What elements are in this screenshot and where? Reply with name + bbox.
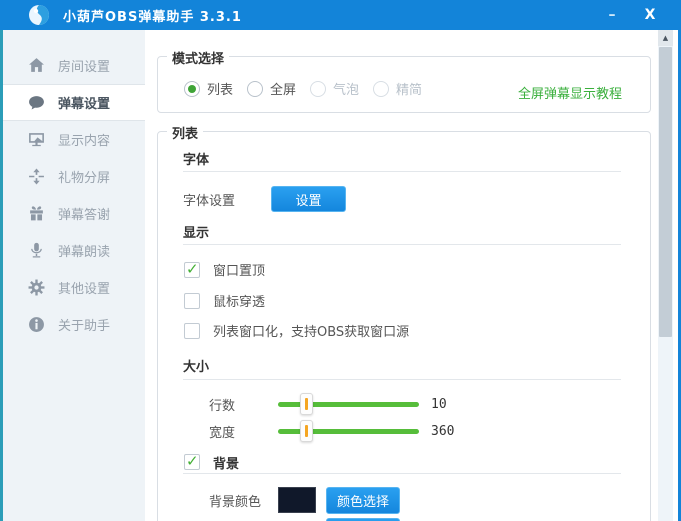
sidebar-item-label: 弹幕朗读 [58, 245, 111, 260]
mode-selection-legend: 模式选择 [167, 48, 230, 67]
sidebar-item-danmaku-settings[interactable]: 弹幕设置 [3, 84, 145, 121]
row-count-slider-handle[interactable] [300, 393, 313, 415]
monitor-icon [28, 131, 45, 148]
list-settings-legend: 列表 [167, 123, 204, 142]
window-title: 小葫芦OBS弹幕助手 3.3.1 [63, 9, 242, 25]
mode-radio-simplified[interactable]: 精简 [373, 79, 422, 98]
gear-icon [28, 279, 45, 296]
app-logo-icon [28, 4, 50, 26]
close-button[interactable]: X [631, 0, 669, 30]
width-slider-row: 宽度 360 [158, 419, 650, 443]
divider [183, 171, 621, 172]
row-count-slider-row: 行数 10 [158, 392, 650, 416]
split-screen-icon [28, 168, 45, 185]
color-picker-button[interactable]: 颜色选择 [326, 486, 400, 514]
mode-radio-row: 列表 全屏 气泡 精简 [184, 79, 436, 98]
font-settings-button[interactable]: 设置 [271, 186, 347, 212]
divider [183, 379, 621, 380]
mode-radio-list[interactable]: 列表 [184, 79, 233, 98]
checkbox-icon [184, 452, 200, 470]
mode-selection-group: 模式选择 列表 全屏 气泡 精简 全屏弹幕显示教程 [157, 48, 651, 113]
sidebar-item-label: 其他设置 [58, 282, 111, 297]
sidebar-item-about[interactable]: 关于助手 [3, 306, 145, 343]
vertical-scrollbar[interactable]: ▲ [658, 30, 673, 521]
scrollbar-thumb[interactable] [659, 47, 672, 337]
sidebar-item-danmaku-thanks[interactable]: 弹幕答谢 [3, 195, 145, 232]
sidebar-item-label: 显示内容 [58, 134, 111, 149]
checkbox-icon [184, 322, 200, 339]
font-section-header: 字体 [183, 153, 210, 168]
sidebar-item-danmaku-reading[interactable]: 弹幕朗读 [3, 232, 145, 269]
checkbox-mouse-passthrough[interactable]: 鼠标穿透 [184, 291, 676, 310]
sidebar-item-label: 房间设置 [58, 60, 111, 75]
divider [183, 244, 621, 245]
radio-icon [310, 80, 327, 97]
sidebar-item-room-settings[interactable]: 房间设置 [3, 47, 145, 84]
gift-icon [28, 205, 45, 222]
speech-bubble-icon [28, 94, 45, 111]
radio-icon [373, 80, 390, 97]
sidebar-item-label: 弹幕答谢 [58, 208, 111, 223]
row-count-label: 行数 [209, 398, 236, 414]
fullscreen-tutorial-link[interactable]: 全屏弹幕显示教程 [518, 83, 622, 102]
background-color-swatch[interactable] [278, 487, 316, 513]
sidebar-item-gift-split-screen[interactable]: 礼物分屏 [3, 158, 145, 195]
sidebar-item-label: 关于助手 [58, 319, 111, 334]
titlebar: 小葫芦OBS弹幕助手 3.3.1 – X [0, 0, 681, 30]
sidebar-item-other-settings[interactable]: 其他设置 [3, 269, 145, 306]
radio-icon [247, 80, 264, 97]
width-label: 宽度 [209, 425, 236, 441]
background-color-row: 背景颜色 颜色选择 [158, 486, 650, 514]
list-settings-group: 列表 字体 字体设置 设置 显示 窗口置顶 鼠标穿透 列表窗口化，支持OBS获取… [157, 123, 651, 521]
mode-radio-fullscreen[interactable]: 全屏 [247, 79, 296, 98]
font-settings-label: 字体设置 [183, 193, 236, 209]
home-icon [28, 57, 45, 74]
width-value: 360 [431, 423, 455, 439]
display-section-header: 显示 [183, 226, 210, 241]
background-color-label: 背景颜色 [209, 494, 262, 510]
checkbox-icon [184, 260, 200, 278]
minimize-button[interactable]: – [593, 0, 631, 30]
font-settings-row: 字体设置 设置 [183, 186, 675, 212]
checkbox-icon [184, 292, 200, 309]
checkbox-list-windowed[interactable]: 列表窗口化，支持OBS获取窗口源 [184, 321, 676, 340]
width-slider-handle[interactable] [300, 420, 313, 442]
sidebar-item-label: 礼物分屏 [58, 171, 111, 186]
size-section-header: 大小 [183, 360, 210, 375]
mode-radio-bubble[interactable]: 气泡 [310, 79, 359, 98]
checkbox-background[interactable]: 背景 [184, 452, 676, 472]
microphone-icon [28, 242, 45, 259]
scrollbar-up-arrow-icon[interactable]: ▲ [658, 30, 673, 46]
sidebar-item-display-content[interactable]: 显示内容 [3, 121, 145, 158]
row-count-value: 10 [431, 396, 447, 412]
sidebar-item-label: 弹幕设置 [58, 97, 111, 112]
info-icon [28, 316, 45, 333]
divider [183, 473, 621, 474]
sidebar: 房间设置 弹幕设置 显示内容 礼物分屏 弹幕答谢 弹幕朗读 其他设置 关于助手 [3, 30, 145, 521]
checkbox-window-on-top[interactable]: 窗口置顶 [184, 260, 676, 279]
radio-icon [184, 80, 200, 97]
